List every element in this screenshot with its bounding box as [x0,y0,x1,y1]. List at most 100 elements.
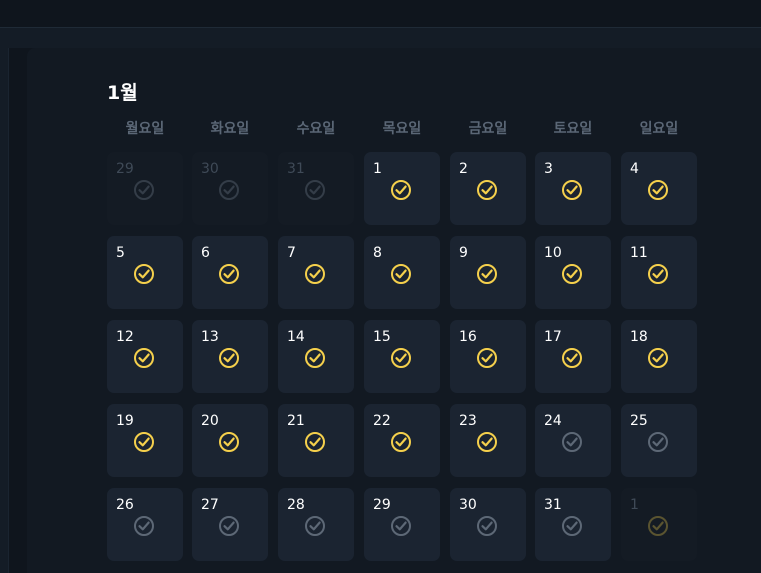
calendar-day-cell[interactable]: 17 [535,320,611,393]
check-circle-icon [562,516,582,536]
day-number: 19 [116,413,134,429]
day-number: 5 [116,245,125,261]
weekday-fri: 금요일 [468,121,508,137]
calendar-day-cell[interactable]: 23 [450,404,526,477]
weekday-sat: 토요일 [553,121,593,137]
calendar-day-cell[interactable]: 31 [535,488,611,561]
calendar-day-cell[interactable]: 10 [535,236,611,309]
day-number: 13 [201,329,219,345]
calendar-day-cell[interactable]: 1 [621,488,697,561]
calendar-day-cell[interactable]: 6 [192,236,268,309]
day-number: 30 [201,161,219,177]
calendar-day-cell[interactable]: 25 [621,404,697,477]
check-circle-icon [562,264,582,284]
check-circle-icon [391,516,411,536]
check-circle-icon [134,348,154,368]
weekday-thu: 목요일 [382,121,422,137]
check-circle-icon [477,516,497,536]
sub-bar [0,28,761,48]
check-circle-icon [219,348,239,368]
check-circle-icon [391,432,411,452]
calendar-day-cell[interactable]: 29 [364,488,440,561]
calendar-day-cell[interactable]: 18 [621,320,697,393]
day-number: 1 [630,497,639,513]
day-number: 29 [373,497,391,513]
calendar-day-cell[interactable]: 2 [450,152,526,225]
calendar-day-cell[interactable]: 11 [621,236,697,309]
check-circle-icon [648,264,668,284]
check-circle-icon [391,180,411,200]
check-circle-icon [477,348,497,368]
check-circle-icon [391,348,411,368]
day-number: 12 [116,329,134,345]
calendar-day-cell[interactable]: 22 [364,404,440,477]
check-circle-icon [562,432,582,452]
calendar-day-cell[interactable]: 8 [364,236,440,309]
calendar-day-cell[interactable]: 31 [278,152,354,225]
check-circle-icon [305,516,325,536]
check-circle-icon [305,432,325,452]
check-circle-icon [477,264,497,284]
calendar-day-cell[interactable]: 19 [107,404,183,477]
check-circle-icon [219,264,239,284]
day-number: 9 [459,245,468,261]
weekday-wed: 수요일 [296,121,336,137]
calendar-day-cell[interactable]: 24 [535,404,611,477]
calendar-day-cell[interactable]: 14 [278,320,354,393]
calendar-day-cell[interactable]: 29 [107,152,183,225]
weekday-mon: 월요일 [125,121,165,137]
day-number: 22 [373,413,391,429]
day-number: 21 [287,413,305,429]
check-circle-icon [648,432,668,452]
calendar-day-cell[interactable]: 9 [450,236,526,309]
calendar-day-cell[interactable]: 28 [278,488,354,561]
calendar-day-cell[interactable]: 5 [107,236,183,309]
day-number: 25 [630,413,648,429]
day-number: 15 [373,329,391,345]
day-number: 6 [201,245,210,261]
check-circle-icon [562,348,582,368]
day-number: 16 [459,329,477,345]
check-circle-icon [134,180,154,200]
day-number: 11 [630,245,648,261]
calendar-day-cell[interactable]: 3 [535,152,611,225]
weekday-sun: 일요일 [639,121,679,137]
day-number: 3 [544,161,553,177]
check-circle-icon [134,264,154,284]
check-circle-icon [219,516,239,536]
check-circle-icon [648,516,668,536]
day-number: 28 [287,497,305,513]
top-bar [0,0,761,28]
check-circle-icon [134,516,154,536]
calendar-day-cell[interactable]: 26 [107,488,183,561]
calendar-day-cell[interactable]: 20 [192,404,268,477]
calendar-day-cell[interactable]: 21 [278,404,354,477]
day-number: 29 [116,161,134,177]
day-number: 31 [544,497,562,513]
check-circle-icon [305,264,325,284]
calendar-day-cell[interactable]: 16 [450,320,526,393]
calendar-day-cell[interactable]: 30 [450,488,526,561]
calendar-day-cell[interactable]: 7 [278,236,354,309]
calendar-day-cell[interactable]: 27 [192,488,268,561]
day-number: 4 [630,161,639,177]
calendar-day-cell[interactable]: 1 [364,152,440,225]
day-number: 10 [544,245,562,261]
check-circle-icon [648,348,668,368]
check-circle-icon [219,432,239,452]
check-circle-icon [391,264,411,284]
day-number: 26 [116,497,134,513]
check-circle-icon [305,180,325,200]
calendar-day-cell[interactable]: 13 [192,320,268,393]
day-number: 7 [287,245,296,261]
calendar-day-cell[interactable]: 12 [107,320,183,393]
check-circle-icon [477,432,497,452]
check-circle-icon [134,432,154,452]
calendar-day-cell[interactable]: 15 [364,320,440,393]
day-number: 24 [544,413,562,429]
day-number: 23 [459,413,477,429]
day-number: 1 [373,161,382,177]
calendar-day-cell[interactable]: 4 [621,152,697,225]
day-number: 17 [544,329,562,345]
calendar-day-cell[interactable]: 30 [192,152,268,225]
